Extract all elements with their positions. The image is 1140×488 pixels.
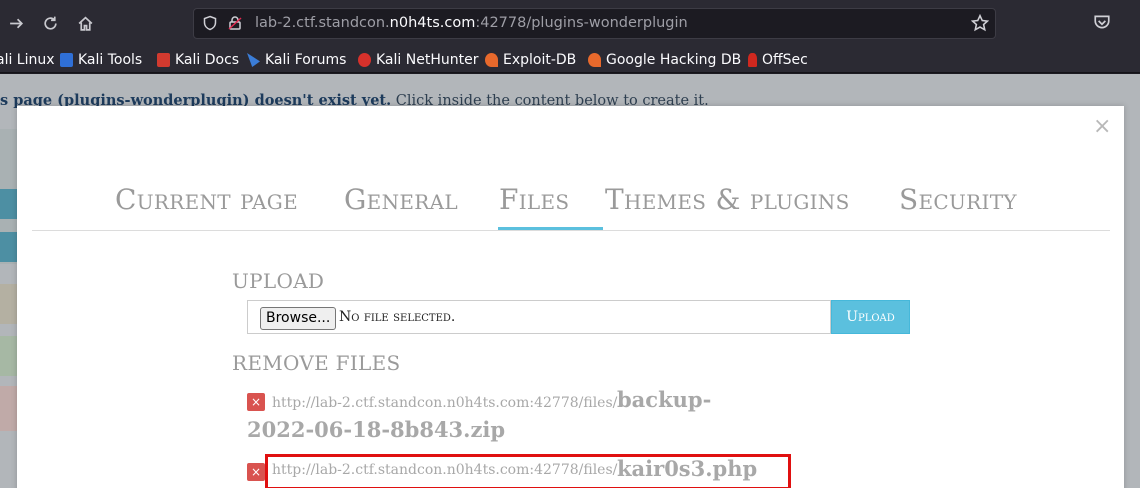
kali-docs-icon	[157, 53, 170, 67]
tab-files[interactable]: Files	[499, 183, 569, 216]
bookmark-kali-nethunter[interactable]: Kali NetHunter	[358, 50, 478, 70]
highlight-box	[265, 454, 791, 488]
reload-icon[interactable]	[38, 11, 62, 35]
exploitdb-icon	[485, 53, 498, 67]
browser-toolbar: lab-2.ctf.standcon.n0h4ts.com:42778/plug…	[0, 0, 1140, 46]
bookmark-kali-docs[interactable]: Kali Docs	[157, 50, 239, 70]
bookmarks-bar: ali Linux Kali Tools Kali Docs Kali Foru…	[0, 46, 1140, 73]
bookmark-label: OffSec	[762, 52, 808, 68]
ghdb-icon	[588, 53, 601, 67]
bookmark-label: Exploit-DB	[503, 52, 577, 68]
url-path: :42778/plugins-wonderplugin	[475, 15, 688, 31]
file-upload-input[interactable]: Browse... No file selected.	[247, 300, 831, 334]
url-text[interactable]: lab-2.ctf.standcon.n0h4ts.com:42778/plug…	[255, 15, 688, 31]
offsec-icon	[748, 53, 757, 67]
bookmark-label: Google Hacking DB	[606, 52, 742, 68]
bookmark-label: ali Linux	[0, 52, 55, 68]
tab-general[interactable]: General	[344, 183, 458, 216]
kali-forums-icon	[247, 53, 260, 67]
home-icon[interactable]	[73, 11, 97, 35]
bookmark-label: Kali Tools	[78, 52, 143, 68]
tab-themes-plugins[interactable]: Themes & plugins	[605, 183, 850, 216]
bookmark-label: Kali Docs	[175, 52, 240, 68]
bookmark-label: Kali Forums	[265, 52, 347, 68]
upload-button[interactable]: Upload	[831, 300, 910, 334]
file-url[interactable]: http://lab-2.ctf.standcon.n0h4ts.com:427…	[272, 395, 617, 411]
bookmark-google-hacking-db[interactable]: Google Hacking DB	[588, 50, 741, 70]
file-name[interactable]: backup-	[617, 387, 711, 412]
address-bar[interactable]: lab-2.ctf.standcon.n0h4ts.com:42778/plug…	[193, 8, 996, 39]
settings-modal: × Current page General Files Themes & pl…	[17, 106, 1124, 488]
bookmark-exploit-db[interactable]: Exploit-DB	[485, 50, 576, 70]
url-prefix: lab-2.ctf.standcon.	[255, 15, 390, 31]
shield-icon[interactable]	[202, 15, 218, 35]
file-name-continued[interactable]: 2022-06-18-8b843.zip	[247, 417, 505, 442]
insecure-lock-icon[interactable]	[227, 15, 243, 35]
settings-tabs: Current page General Files Themes & plug…	[32, 175, 1110, 231]
forward-icon[interactable]	[4, 11, 28, 35]
active-tab-indicator	[498, 227, 603, 230]
close-icon[interactable]: ×	[1093, 116, 1111, 138]
url-host: n0h4ts.com	[389, 15, 476, 31]
kali-tools-icon	[60, 53, 73, 67]
bookmark-kali-forums[interactable]: Kali Forums	[247, 50, 346, 70]
remove-files-heading: REMOVE FILES	[232, 351, 401, 375]
bookmark-offsec[interactable]: OffSec	[748, 50, 808, 70]
tab-current-page[interactable]: Current page	[115, 183, 298, 216]
bookmark-kali-tools[interactable]: Kali Tools	[60, 50, 142, 70]
tab-security[interactable]: Security	[899, 183, 1017, 216]
delete-file-button[interactable]: ×	[247, 463, 265, 481]
bookmark-star-icon[interactable]	[970, 13, 990, 36]
pocket-icon[interactable]	[1093, 13, 1113, 33]
browse-button[interactable]: Browse...	[260, 307, 337, 330]
nethunter-icon	[358, 53, 371, 67]
delete-file-button[interactable]: ×	[247, 393, 265, 411]
bookmark-kali-linux[interactable]: ali Linux	[0, 50, 55, 70]
upload-heading: UPLOAD	[232, 269, 325, 293]
no-file-selected-text: No file selected.	[339, 309, 456, 325]
bookmark-label: Kali NetHunter	[376, 52, 479, 68]
